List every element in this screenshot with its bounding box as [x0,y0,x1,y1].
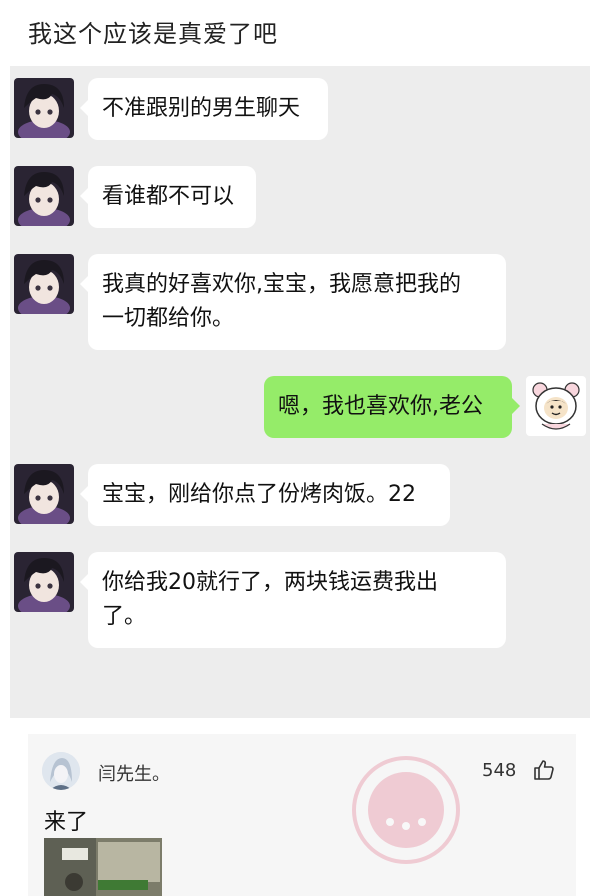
thumbs-up-icon[interactable] [532,758,556,782]
chat-screenshot: 不准跟别的男生聊天 看谁都不可以 我真的好喜欢你,宝宝，我愿意把我的 一切都给你… [10,66,590,718]
message-bubble-received[interactable]: 不准跟别的男生聊天 [80,78,328,140]
message-text: 我真的好喜欢你,宝宝，我愿意把我的 [102,272,461,297]
message-bubble-received[interactable]: 我真的好喜欢你,宝宝，我愿意把我的 一切都给你。 [80,254,506,350]
contact-avatar[interactable] [14,464,74,524]
message-text: 宝宝，刚给你点了份烤肉饭。22 [102,482,416,507]
watermark-stamp [346,750,466,870]
comment-card: 闫先生。 548 来了 [28,734,576,896]
message-text: 一切都给你。 [102,306,235,331]
message-text: 看谁都不可以 [102,184,235,209]
contact-avatar[interactable] [14,254,74,314]
message-bubble-received[interactable]: 宝宝，刚给你点了份烤肉饭。22 [80,464,450,526]
message-text: 了。 [102,604,147,629]
contact-avatar[interactable] [14,166,74,226]
message-text: 你给我20就行了，两块钱运费我出 [102,570,438,595]
commenter-name[interactable]: 闫先生。 [98,760,170,786]
message-bubble-received[interactable]: 你给我20就行了，两块钱运费我出 了。 [80,552,506,648]
comment-text: 来了 [44,810,89,835]
post-title: 我这个应该是真爱了吧 [28,20,278,48]
commenter-avatar[interactable] [42,752,80,790]
contact-avatar[interactable] [14,552,74,612]
comment-image-thumbnail[interactable] [44,838,162,896]
message-bubble-received[interactable]: 看谁都不可以 [80,166,256,228]
my-avatar[interactable] [526,376,586,436]
message-text: 不准跟别的男生聊天 [102,96,301,121]
message-bubble-sent[interactable]: 嗯，我也喜欢你,老公 [264,376,520,438]
contact-avatar[interactable] [14,78,74,138]
like-count: 548 [482,760,517,781]
message-text: 嗯，我也喜欢你,老公 [278,394,483,419]
